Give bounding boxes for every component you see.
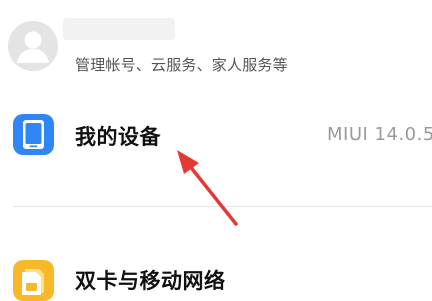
miui-version-value: MIUI 14.0.5 [327, 124, 432, 145]
my-device-label: 我的设备 [75, 125, 161, 149]
person-icon [8, 21, 58, 71]
divider [13, 206, 432, 207]
dual-sim-mobile-network-row[interactable]: 双卡与移动网络 [0, 252, 432, 301]
my-device-row[interactable]: 我的设备 MIUI 14.0.5 [0, 100, 432, 176]
account-row[interactable]: 管理帐号、云服务、家人服务等 [0, 0, 432, 92]
avatar [8, 21, 58, 71]
phone-icon [13, 114, 54, 155]
account-name-placeholder [63, 18, 175, 40]
dual-sim-mobile-network-label: 双卡与移动网络 [75, 269, 226, 293]
account-subtitle: 管理帐号、云服务、家人服务等 [75, 56, 288, 74]
